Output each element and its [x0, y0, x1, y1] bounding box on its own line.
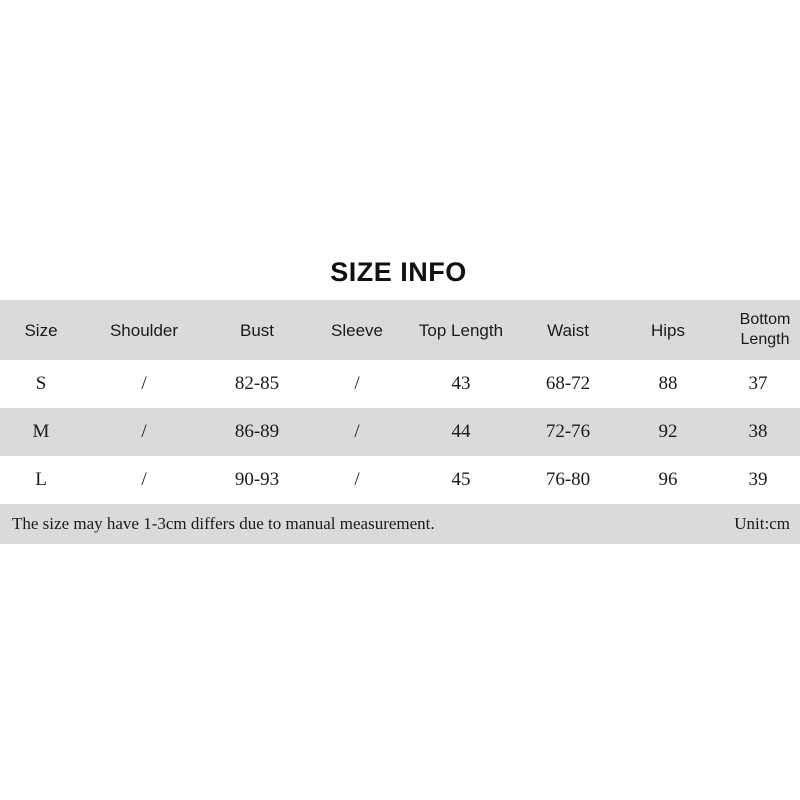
cell-hips: 92 — [620, 408, 716, 456]
cell-shoulder: / — [82, 456, 206, 504]
table-row: M / 86-89 / 44 72-76 92 38 — [0, 408, 800, 456]
column-header-shoulder: Shoulder — [82, 300, 206, 360]
cell-sleeve: / — [308, 360, 406, 408]
cell-shoulder: / — [82, 408, 206, 456]
cell-top-length: 43 — [406, 360, 516, 408]
cell-top-length: 45 — [406, 456, 516, 504]
measurement-disclaimer: The size may have 1-3cm differs due to m… — [12, 514, 435, 533]
cell-top-length: 44 — [406, 408, 516, 456]
cell-sleeve: / — [308, 408, 406, 456]
table-header: Size Shoulder Bust Sleeve Top Length Wai… — [0, 300, 800, 360]
cell-sleeve: / — [308, 456, 406, 504]
cell-shoulder: / — [82, 360, 206, 408]
cell-bust: 82-85 — [206, 360, 308, 408]
cell-hips: 96 — [620, 456, 716, 504]
cell-size: L — [0, 456, 82, 504]
table-header-row: Size Shoulder Bust Sleeve Top Length Wai… — [0, 300, 800, 360]
column-header-hips: Hips — [620, 300, 716, 360]
cell-size: S — [0, 360, 82, 408]
column-header-waist: Waist — [516, 300, 620, 360]
cell-bust: 86-89 — [206, 408, 308, 456]
column-header-bust: Bust — [206, 300, 308, 360]
cell-waist: 72-76 — [516, 408, 620, 456]
page-root: SIZE INFO Size Shoulder Bust Sleeve Top … — [0, 0, 800, 800]
size-info-chart: SIZE INFO Size Shoulder Bust Sleeve Top … — [0, 255, 800, 544]
page-title: SIZE INFO — [330, 257, 467, 287]
cell-waist: 76-80 — [516, 456, 620, 504]
unit-label: Unit:cm — [734, 514, 790, 533]
table-row: S / 82-85 / 43 68-72 88 37 — [0, 360, 800, 408]
cell-size: M — [0, 408, 82, 456]
cell-bottom-length: 38 — [716, 408, 800, 456]
cell-bottom-length: 37 — [716, 360, 800, 408]
column-header-sleeve: Sleeve — [308, 300, 406, 360]
table-body: S / 82-85 / 43 68-72 88 37 M / 86-89 / 4… — [0, 360, 800, 504]
cell-waist: 68-72 — [516, 360, 620, 408]
column-header-bottom-length: Bottom Length — [716, 300, 800, 360]
cell-bust: 90-93 — [206, 456, 308, 504]
table-footnote-bar: The size may have 1-3cm differs due to m… — [0, 504, 800, 544]
table-row: L / 90-93 / 45 76-80 96 39 — [0, 456, 800, 504]
column-header-size: Size — [0, 300, 82, 360]
cell-hips: 88 — [620, 360, 716, 408]
cell-bottom-length: 39 — [716, 456, 800, 504]
column-header-top-length: Top Length — [406, 300, 516, 360]
size-table: Size Shoulder Bust Sleeve Top Length Wai… — [0, 300, 800, 504]
